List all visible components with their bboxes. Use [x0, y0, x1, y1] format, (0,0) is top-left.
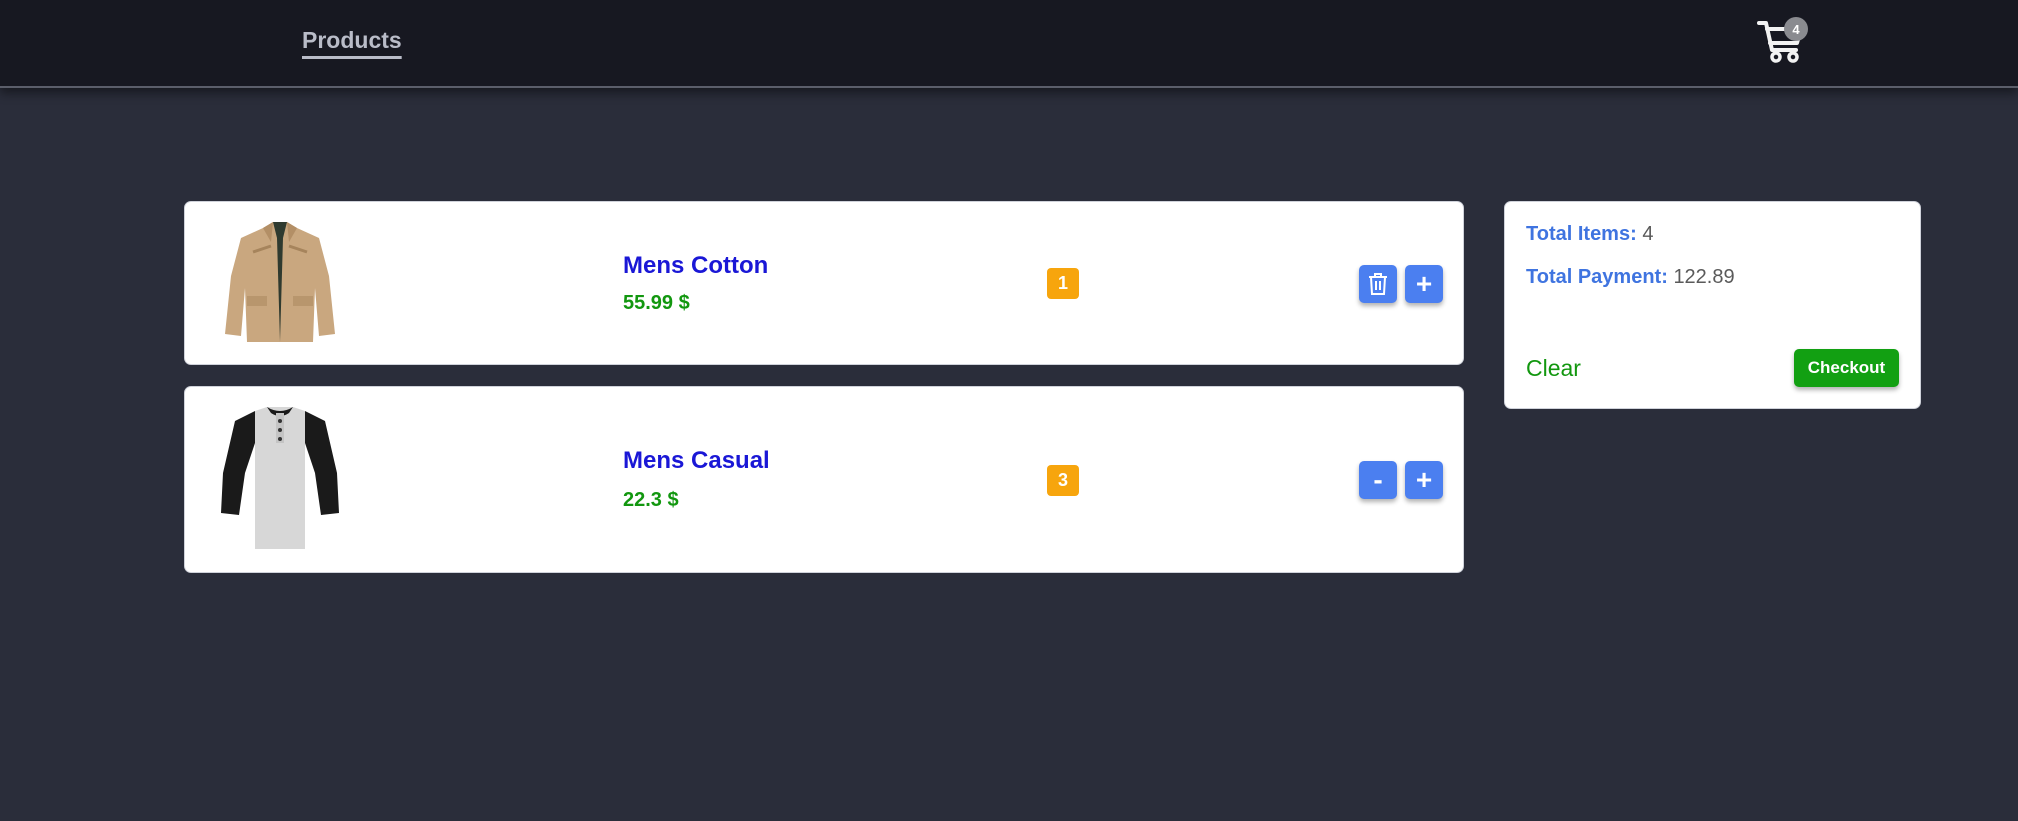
navbar: Products 4 — [0, 0, 2018, 88]
delete-button[interactable] — [1359, 265, 1397, 303]
product-price: 22.3 $ — [623, 489, 679, 511]
cart-count-badge: 4 — [1784, 17, 1808, 41]
cart-summary: Total Items: 4 Total Payment: 122.89 Cle… — [1504, 201, 1921, 409]
clear-button[interactable]: Clear — [1526, 355, 1581, 382]
quantity-badge: 1 — [1047, 268, 1079, 299]
total-items-row: Total Items: 4 — [1526, 223, 1653, 246]
total-payment-value: 122.89 — [1673, 266, 1735, 288]
total-payment-label: Total Payment: — [1526, 266, 1668, 288]
quantity-badge: 3 — [1047, 465, 1079, 496]
increase-quantity-button[interactable]: + — [1405, 461, 1443, 499]
tshirt-image — [221, 407, 339, 549]
jacket-image — [225, 222, 335, 342]
checkout-button[interactable]: Checkout — [1794, 349, 1899, 387]
cart-item-card: Mens Cotton 55.99 $ 1 + — [184, 201, 1464, 365]
total-items-label: Total Items: — [1526, 223, 1637, 245]
trash-icon — [1369, 273, 1387, 295]
product-title[interactable]: Mens Cotton — [623, 252, 768, 280]
total-items-value: 4 — [1642, 223, 1654, 245]
cart-item-card: Mens Casual 22.3 $ 3 - + — [184, 386, 1464, 573]
decrease-quantity-button[interactable]: - — [1359, 461, 1397, 499]
total-payment-row: Total Payment: 122.89 — [1526, 266, 1735, 289]
product-title[interactable]: Mens Casual — [623, 447, 770, 475]
nav-products-link[interactable]: Products — [302, 27, 402, 54]
product-price: 55.99 $ — [623, 292, 690, 314]
increase-quantity-button[interactable]: + — [1405, 265, 1443, 303]
